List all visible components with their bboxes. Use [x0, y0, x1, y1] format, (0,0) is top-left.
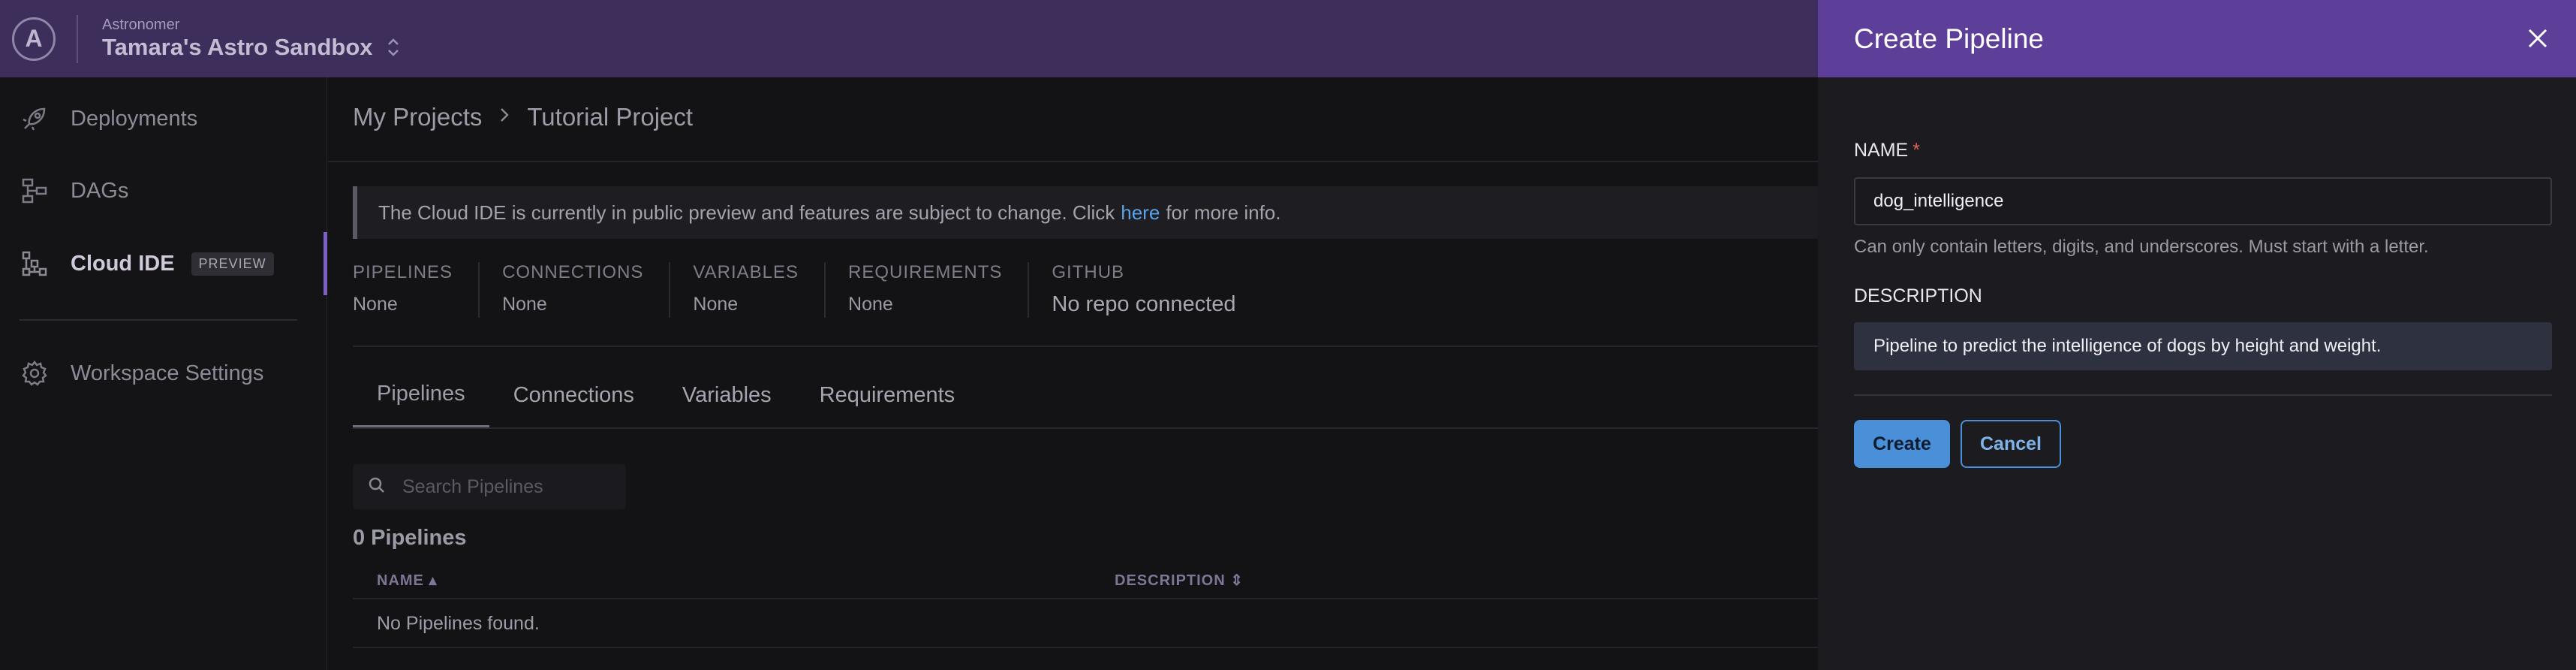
chevron-up-down-icon [387, 36, 400, 59]
drawer-divider [1854, 394, 2552, 396]
banner-text-after: for more info. [1166, 201, 1281, 224]
workspace-switcher[interactable]: Astronomer Tamara's Astro Sandbox [102, 17, 400, 61]
create-button[interactable]: Create [1854, 420, 1950, 468]
tab-requirements[interactable]: Requirements [796, 363, 980, 428]
name-label-text: NAME [1854, 140, 1909, 161]
stat-value: None [353, 294, 398, 315]
stat-connections: CONNECTIONS None [502, 262, 671, 318]
stat-label: CONNECTIONS [502, 262, 644, 282]
preview-banner: The Cloud IDE is currently in public pre… [353, 186, 1843, 239]
tab-connections[interactable]: Connections [489, 363, 658, 428]
table-header-divider [353, 598, 1843, 599]
name-field[interactable] [1854, 177, 2552, 225]
sidebar: Deployments DAGs Cloud IDE PREVIEW Works… [0, 77, 327, 670]
org-caption: Astronomer [102, 17, 180, 33]
cancel-button[interactable]: Cancel [1961, 420, 2061, 468]
sidebar-item-label: Workspace Settings [71, 361, 264, 385]
pipelines-count: 0 Pipelines [353, 526, 467, 550]
sidebar-item-label: Deployments [71, 106, 198, 131]
tab-variables[interactable]: Variables [658, 363, 796, 428]
breadcrumb-current: Tutorial Project [527, 103, 694, 131]
top-bar: A Astronomer Tamara's Astro Sandbox [0, 0, 1818, 77]
column-header-name[interactable]: NAME ▴ [377, 571, 437, 590]
search-icon [368, 476, 386, 498]
stat-label: REQUIREMENTS [848, 262, 1003, 282]
close-icon[interactable] [2522, 23, 2553, 54]
breadcrumb-root-link[interactable]: My Projects [353, 103, 482, 131]
sidebar-item-dags[interactable]: DAGs [0, 159, 327, 222]
banner-text: The Cloud IDE is currently in public pre… [378, 201, 1115, 224]
stat-variables: VARIABLES None [693, 262, 826, 318]
description-field[interactable] [1854, 322, 2552, 370]
search-box [353, 464, 626, 509]
sidebar-item-label: DAGs [71, 178, 129, 203]
sidebar-item-workspace-settings[interactable]: Workspace Settings [0, 342, 327, 405]
stat-value: None [848, 294, 893, 315]
sidebar-item-cloud-ide[interactable]: Cloud IDE PREVIEW [0, 232, 327, 295]
search-input[interactable] [402, 475, 612, 498]
stat-value: No repo connected [1052, 292, 1236, 316]
rocket-icon [20, 104, 50, 134]
empty-state-text: No Pipelines found. [377, 613, 540, 634]
create-pipeline-drawer: Create Pipeline NAME* Can only contain l… [1818, 0, 2576, 670]
stat-pipelines: PIPELINES None [353, 262, 480, 318]
project-tabs: Pipelines Connections Variables Requirem… [353, 363, 979, 428]
sidebar-item-label: Cloud IDE [71, 251, 175, 276]
tabs-divider [353, 427, 1843, 429]
header-divider [328, 161, 1818, 162]
app-window: A Astronomer Tamara's Astro Sandbox Depl… [0, 0, 2576, 670]
stat-value: None [502, 294, 547, 315]
description-label: DESCRIPTION [1854, 285, 1982, 306]
name-hint: Can only contain letters, digits, and un… [1854, 237, 2429, 257]
required-mark: * [1912, 140, 1920, 161]
drawer-title: Create Pipeline [1854, 23, 2044, 54]
stat-label: PIPELINES [353, 262, 453, 282]
breadcrumb: My Projects Tutorial Project [353, 103, 693, 131]
drawer-header: Create Pipeline [1818, 0, 2576, 77]
sidebar-item-deployments[interactable]: Deployments [0, 87, 327, 150]
divider [77, 14, 78, 63]
stat-value: None [693, 294, 739, 315]
main-content: My Projects Tutorial Project The Cloud I… [328, 77, 1843, 670]
dag-icon [20, 176, 50, 206]
name-label: NAME * [1854, 140, 1920, 161]
gear-icon [20, 358, 50, 388]
workspace-name: Tamara's Astro Sandbox [102, 34, 373, 60]
column-header-description[interactable]: DESCRIPTION ⇕ [1115, 571, 1244, 590]
astronomer-logo-icon[interactable]: A [12, 17, 56, 61]
stats-divider [353, 346, 1843, 347]
banner-here-link[interactable]: here [1121, 201, 1160, 225]
sidebar-divider [20, 319, 297, 321]
stat-github: GITHUB No repo connected [1052, 262, 1261, 318]
stat-label: VARIABLES [693, 262, 799, 282]
table-row-divider [353, 647, 1843, 648]
chevron-right-icon [498, 104, 510, 130]
preview-badge: PREVIEW [191, 252, 274, 276]
stat-label: GITHUB [1052, 262, 1125, 282]
stat-requirements: REQUIREMENTS None [848, 262, 1030, 318]
tab-pipelines[interactable]: Pipelines [353, 363, 489, 428]
project-stats: PIPELINES None CONNECTIONS None VARIABLE… [353, 262, 1283, 318]
cloud-ide-icon [20, 249, 50, 279]
